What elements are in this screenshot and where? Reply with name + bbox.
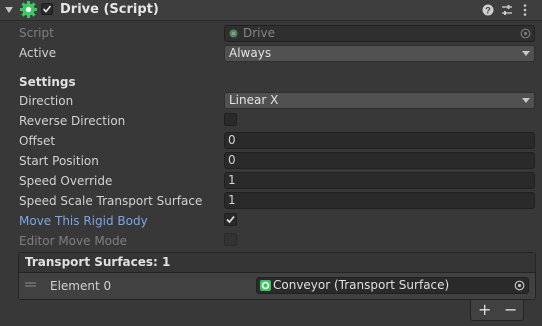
active-label: Active	[19, 46, 57, 60]
element-0-label: Element 0	[50, 279, 112, 293]
editor-move-mode-label: Editor Move Mode	[19, 234, 128, 248]
component-header[interactable]: Drive (Script) ?	[0, 0, 542, 21]
speed-scale-label: Speed Scale Transport Surface	[19, 194, 203, 208]
object-picker-icon[interactable]	[514, 280, 525, 291]
component-enabled-checkbox[interactable]	[41, 3, 53, 15]
object-picker-icon	[520, 28, 531, 39]
foldout-arrow-icon[interactable]	[5, 7, 13, 13]
transport-surface-icon	[260, 280, 271, 291]
reverse-direction-checkbox[interactable]	[224, 113, 237, 126]
element-0-object-field[interactable]: Conveyor (Transport Surface)	[256, 277, 529, 294]
add-element-button[interactable]: +	[478, 300, 491, 320]
preset-icon[interactable]	[501, 4, 513, 16]
component-title: Drive (Script)	[60, 2, 159, 17]
settings-header: Settings	[19, 75, 76, 89]
active-value: Always	[229, 46, 272, 60]
speed-override-field[interactable]: 1	[224, 172, 535, 189]
direction-label: Direction	[19, 94, 74, 108]
direction-value: Linear X	[229, 93, 279, 107]
checkbox-checked-icon	[226, 215, 235, 224]
menu-icon[interactable]	[522, 3, 528, 17]
move-rigid-body-label: Move This Rigid Body	[19, 214, 148, 228]
inspector-panel: Drive (Script) ? Script Drive Active Alw…	[0, 0, 542, 326]
drag-handle-icon[interactable]	[25, 282, 36, 288]
list-item: Element 0 Conveyor (Transport Surface)	[19, 273, 535, 299]
offset-field[interactable]: 0	[224, 132, 535, 149]
transport-surfaces-list: Transport Surfaces: 1 Element 0 Conveyor…	[18, 252, 536, 300]
start-position-field[interactable]: 0	[224, 152, 535, 169]
direction-dropdown[interactable]: Linear X	[224, 92, 535, 109]
checkbox-checked-icon	[42, 5, 52, 13]
transport-surfaces-title: Transport Surfaces: 1	[25, 255, 171, 269]
script-value: Drive	[243, 26, 275, 40]
active-dropdown[interactable]: Always	[224, 45, 535, 62]
script-field: Drive	[224, 25, 535, 42]
svg-text:?: ?	[485, 6, 491, 16]
script-asset-icon	[229, 29, 238, 38]
offset-label: Offset	[19, 134, 56, 148]
dropdown-caret-icon	[522, 98, 530, 103]
move-rigid-body-checkbox[interactable]	[224, 213, 237, 226]
component-gear-icon	[20, 1, 37, 18]
start-position-label: Start Position	[19, 154, 99, 168]
speed-scale-field[interactable]: 1	[224, 192, 535, 209]
list-footer: + −	[470, 300, 524, 321]
dropdown-caret-icon	[522, 51, 530, 56]
editor-move-mode-checkbox	[224, 233, 237, 246]
remove-element-button[interactable]: −	[504, 300, 517, 320]
transport-surfaces-header[interactable]: Transport Surfaces: 1	[19, 253, 535, 273]
speed-override-label: Speed Override	[19, 174, 113, 188]
help-icon[interactable]: ?	[482, 4, 494, 16]
script-label: Script	[19, 26, 54, 40]
element-0-value: Conveyor (Transport Surface)	[273, 278, 450, 292]
reverse-direction-label: Reverse Direction	[19, 114, 126, 128]
